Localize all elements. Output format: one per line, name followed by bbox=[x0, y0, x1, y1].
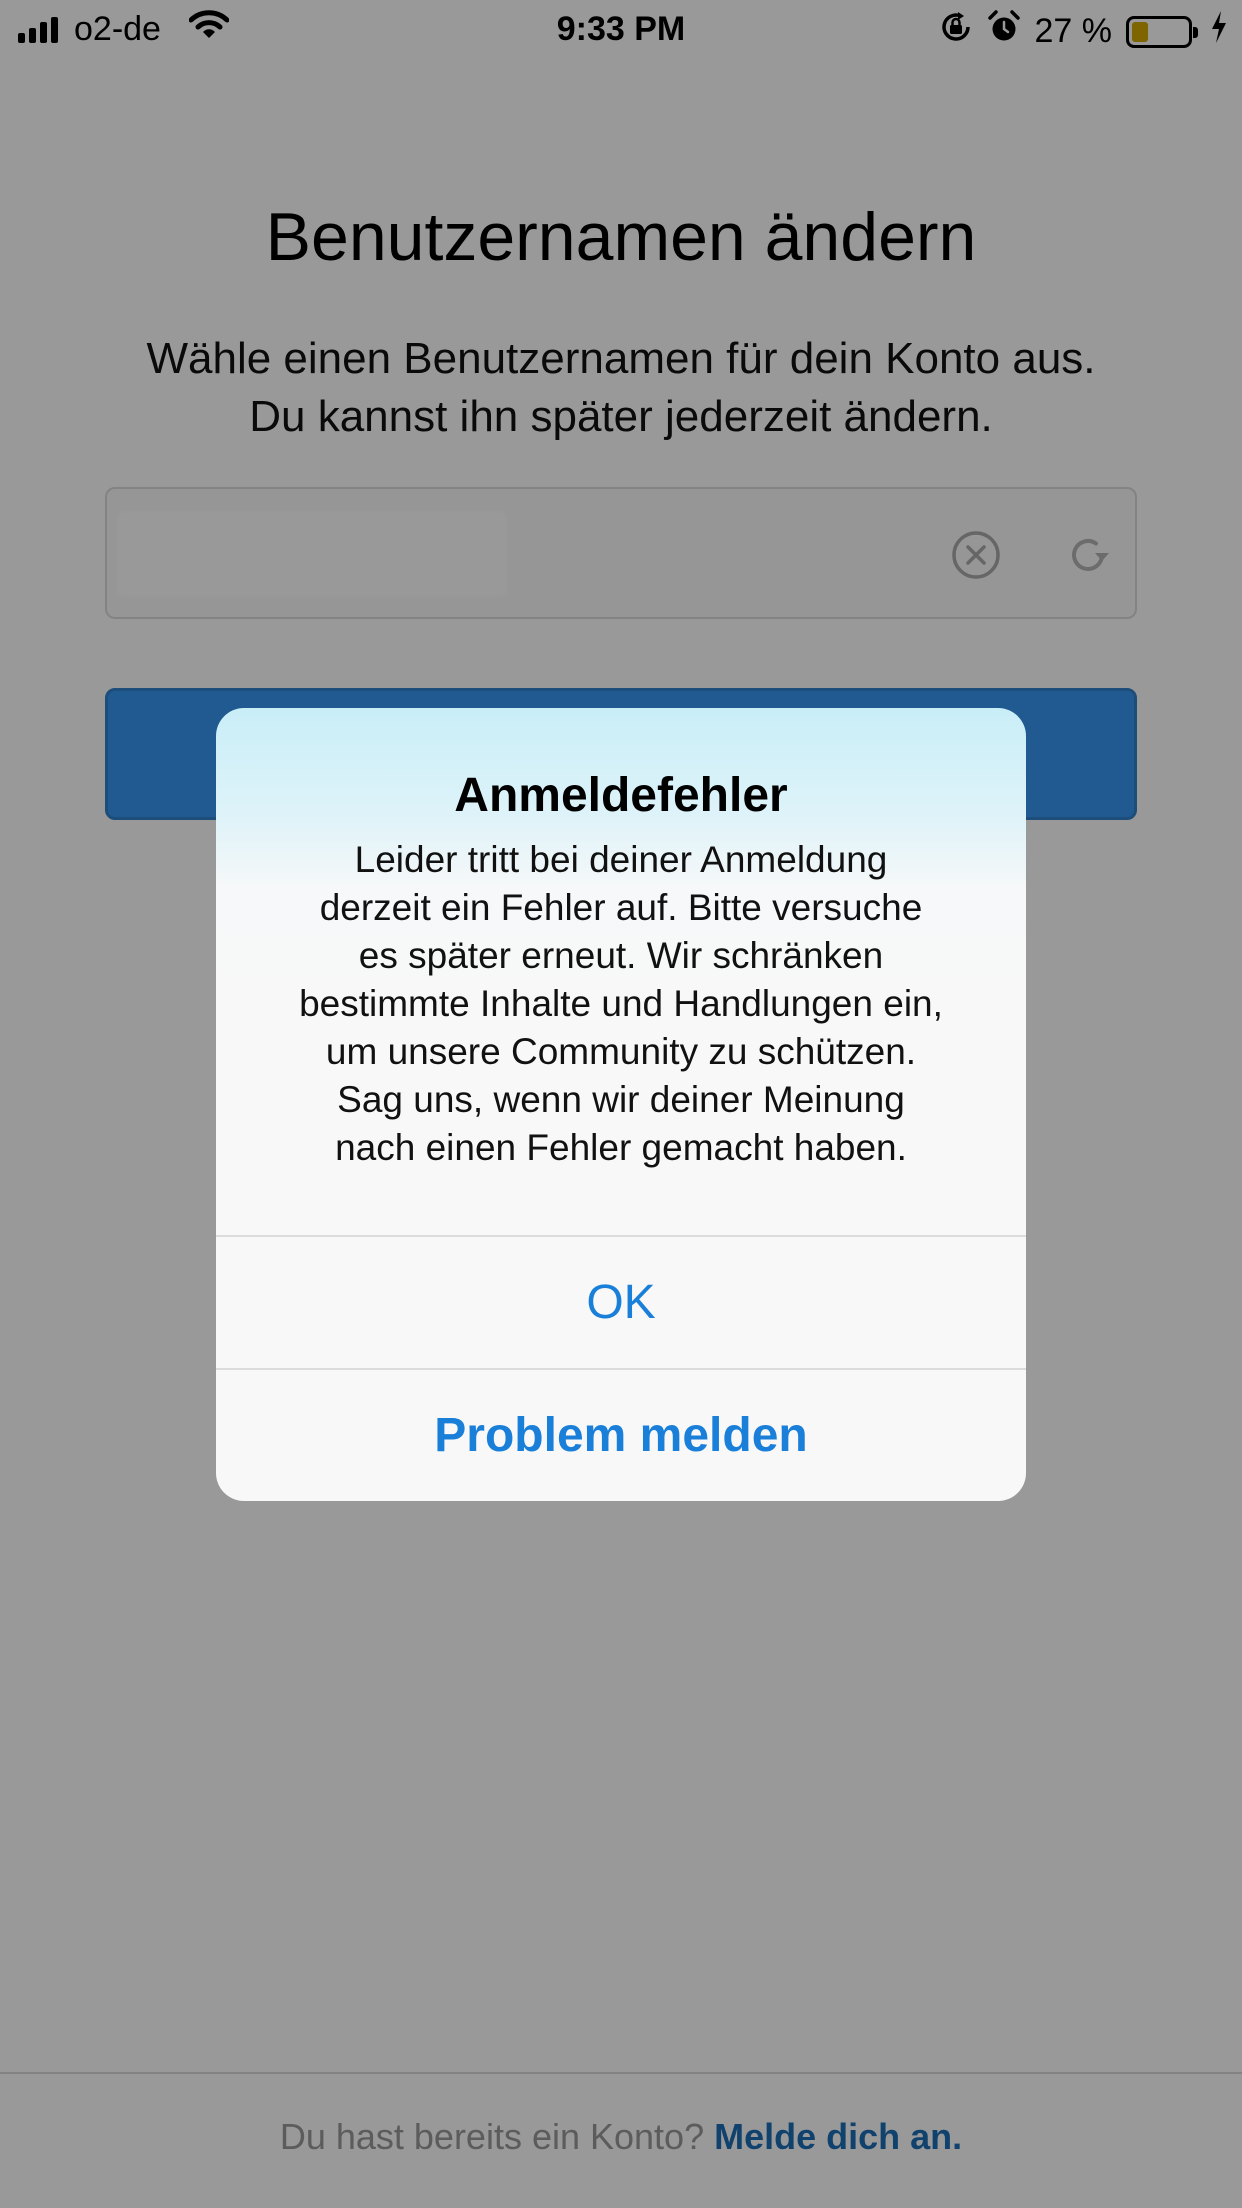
report-problem-button[interactable]: Problem melden bbox=[216, 1370, 1026, 1501]
error-alert-dialog: Anmeldefehler Leider tritt bei deiner An… bbox=[216, 708, 1026, 1501]
alert-message-line: bestimmte Inhalte und Handlungen ein, bbox=[299, 983, 943, 1024]
alert-message-line: Sag uns, wenn wir deiner Meinung bbox=[337, 1079, 905, 1120]
alert-message-line: es später erneut. Wir schränken bbox=[358, 935, 884, 976]
alert-message-line: um unsere Community zu schützen. bbox=[325, 1031, 917, 1072]
alert-message-line: derzeit ein Fehler auf. Bitte versuche bbox=[319, 887, 923, 928]
alert-title: Anmeldefehler bbox=[454, 769, 788, 822]
ok-button[interactable]: OK bbox=[216, 1237, 1026, 1368]
app-screen: o2-de 9:33 PM 27 % Benutzernamen ändern … bbox=[0, 0, 1242, 2208]
alert-message: Leider tritt bei deiner Anmeldung derzei… bbox=[256, 836, 986, 1172]
alert-message-line: nach einen Fehler gemacht haben. bbox=[335, 1127, 907, 1168]
alert-message-line: Leider tritt bei deiner Anmeldung bbox=[354, 839, 888, 880]
